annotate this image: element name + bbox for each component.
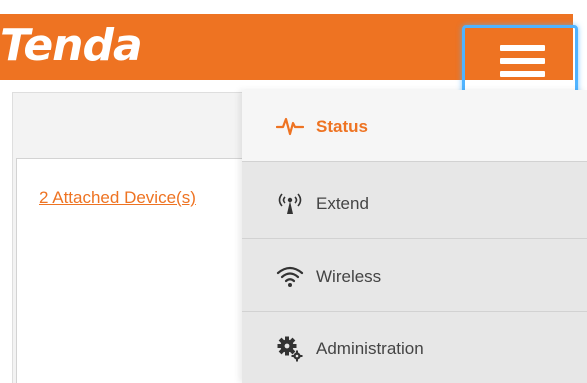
menu-item-wireless[interactable]: Wireless	[242, 240, 587, 312]
hamburger-menu-icon	[500, 45, 545, 84]
hamburger-bar	[500, 45, 545, 51]
hamburger-bar	[500, 58, 545, 64]
menu-item-administration[interactable]: Administration	[242, 312, 587, 383]
gears-icon	[276, 336, 304, 362]
top-header: Tenda	[0, 14, 578, 106]
wifi-icon	[276, 264, 304, 288]
menu-item-label: Extend	[316, 194, 369, 213]
attached-devices-link[interactable]: 2 Attached Device(s)	[39, 188, 196, 208]
menu-item-label: Wireless	[316, 267, 382, 286]
menu-item-label: Status	[316, 117, 368, 136]
tenda-logo: Tenda	[0, 20, 143, 71]
antenna-icon	[276, 191, 304, 215]
hamburger-bar	[500, 71, 545, 77]
app-frame: Tenda 2 Attached Device(s) Status Extend…	[0, 0, 587, 383]
pulse-icon	[275, 114, 305, 138]
menu-item-label: Administration	[316, 339, 424, 358]
navigation-menu: Status Extend Wireless Administration	[242, 90, 587, 383]
menu-item-extend[interactable]: Extend	[242, 167, 587, 239]
menu-item-status[interactable]: Status	[242, 90, 587, 162]
